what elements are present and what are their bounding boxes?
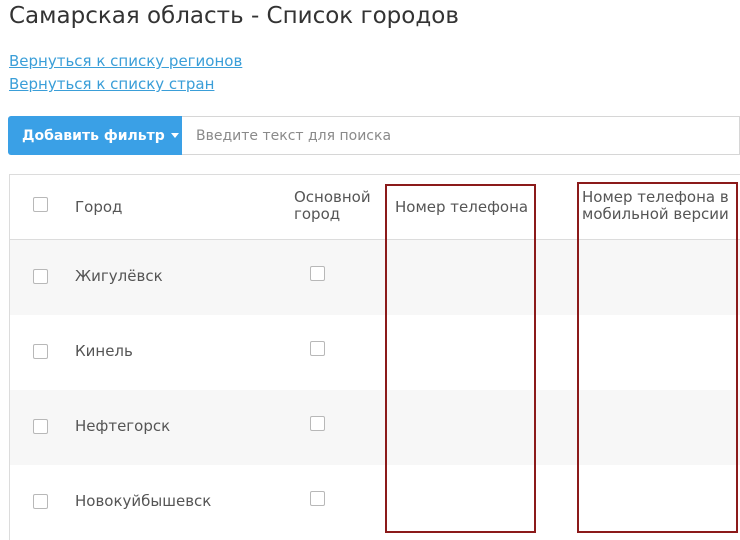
row-select-checkbox[interactable] <box>33 269 48 284</box>
add-filter-button[interactable]: Добавить фильтр <box>8 116 182 155</box>
page-title: Самарская область - Список городов <box>9 3 459 29</box>
column-header-mobile-phone-line2: мобильной версии <box>582 205 729 223</box>
table-row[interactable]: Нефтегорск <box>10 390 740 465</box>
table-row[interactable]: Жигулёвск <box>10 240 740 315</box>
main-city-checkbox[interactable] <box>310 491 325 506</box>
main-city-checkbox[interactable] <box>310 266 325 281</box>
column-header-main-city-line2: город <box>294 205 341 223</box>
column-header-main-city-line1: Основной <box>294 188 371 206</box>
table-row[interactable]: Новокуйбышевск <box>10 465 740 540</box>
city-name: Новокуйбышевск <box>75 492 212 510</box>
table-row[interactable]: Кинель <box>10 315 740 390</box>
filter-toolbar: Добавить фильтр <box>8 116 740 155</box>
caret-down-icon <box>170 133 179 138</box>
back-to-countries-link[interactable]: Вернуться к списку стран <box>9 75 214 93</box>
select-all-checkbox[interactable] <box>33 197 48 212</box>
row-select-checkbox[interactable] <box>33 494 48 509</box>
search-input[interactable] <box>182 116 740 155</box>
row-select-checkbox[interactable] <box>33 419 48 434</box>
back-to-regions-link[interactable]: Вернуться к списку регионов <box>9 52 242 70</box>
column-header-city[interactable]: Город <box>75 199 122 216</box>
row-select-checkbox[interactable] <box>33 344 48 359</box>
city-name: Жигулёвск <box>75 267 163 285</box>
column-header-mobile-phone[interactable]: Номер телефона в мобильной версии <box>582 189 729 223</box>
main-city-checkbox[interactable] <box>310 416 325 431</box>
column-header-main-city[interactable]: Основной город <box>294 189 371 223</box>
city-name: Нефтегорск <box>75 417 171 435</box>
table-header: Город Основной город Номер телефона Номе… <box>10 175 740 240</box>
column-header-phone[interactable]: Номер телефона <box>395 199 528 216</box>
add-filter-label: Добавить фильтр <box>22 127 165 144</box>
column-header-mobile-phone-line1: Номер телефона в <box>582 188 729 206</box>
city-name: Кинель <box>75 342 133 360</box>
cities-table: Город Основной город Номер телефона Номе… <box>9 174 740 540</box>
main-city-checkbox[interactable] <box>310 341 325 356</box>
